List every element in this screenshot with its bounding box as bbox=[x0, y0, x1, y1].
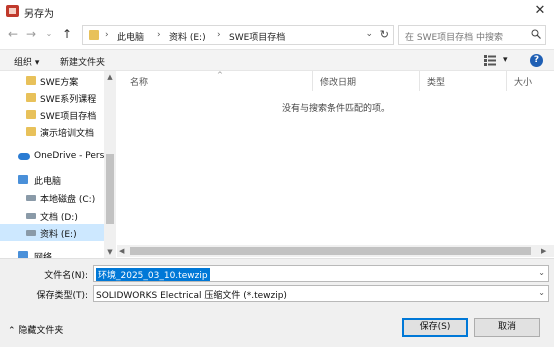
filetype-select[interactable]: SOLIDWORKS Electrical 压缩文件 (*.tewzip) ⌄ bbox=[93, 285, 549, 302]
folder-icon bbox=[26, 110, 36, 119]
horizontal-scrollbar-thumb[interactable] bbox=[130, 247, 531, 255]
title-bar: 另存为 ✕ bbox=[0, 0, 554, 22]
refresh-icon[interactable]: ↻ bbox=[380, 28, 389, 41]
chevron-down-icon[interactable]: ⌄ bbox=[538, 288, 545, 297]
new-folder-button[interactable]: 新建文件夹 bbox=[60, 55, 105, 68]
search-input[interactable]: 在 SWE项目存档 中搜索 bbox=[405, 30, 503, 43]
column-name[interactable]: 名称 bbox=[130, 75, 148, 88]
column-size[interactable]: 大小 bbox=[514, 75, 532, 88]
app-icon bbox=[6, 5, 19, 17]
filename-field[interactable]: 环境_2025_03_10.tewzip ⌄ bbox=[93, 265, 549, 282]
cancel-button[interactable]: 取消 bbox=[474, 318, 540, 337]
nav-item-swe-courses[interactable]: SWE系列课程 bbox=[0, 89, 104, 106]
breadcrumb-drive-e[interactable]: 资料 (E:) bbox=[169, 30, 206, 43]
column-divider[interactable] bbox=[312, 71, 313, 91]
search-icon bbox=[531, 29, 541, 39]
scroll-right-icon[interactable]: ▶ bbox=[541, 245, 546, 257]
column-modified-date[interactable]: 修改日期 bbox=[320, 75, 356, 88]
help-icon[interactable]: ? bbox=[530, 54, 543, 67]
computer-icon bbox=[18, 175, 28, 184]
breadcrumb-separator: › bbox=[157, 30, 161, 40]
file-list: ^ 名称 修改日期 类型 大小 没有与搜索条件匹配的项。 bbox=[117, 71, 554, 245]
empty-message: 没有与搜索条件匹配的项。 bbox=[282, 104, 391, 114]
scroll-down-icon[interactable]: ▼ bbox=[104, 246, 116, 258]
nav-item-swe-archive[interactable]: SWE项目存档 bbox=[0, 106, 104, 123]
column-divider[interactable] bbox=[419, 71, 420, 91]
back-arrow-icon[interactable]: ← bbox=[6, 26, 20, 42]
hide-folders-toggle[interactable]: ⌃ 隐藏文件夹 bbox=[8, 323, 63, 336]
nav-scrollbar-thumb[interactable] bbox=[106, 154, 114, 224]
close-icon[interactable]: ✕ bbox=[532, 3, 548, 19]
view-options-icon[interactable] bbox=[484, 55, 496, 66]
nav-item-this-pc[interactable]: 此电脑 bbox=[0, 171, 104, 188]
toolbar: 组织 ▾ 新建文件夹 ▾ ? bbox=[0, 49, 554, 71]
breadcrumb-swe-archive[interactable]: SWE项目存档 bbox=[229, 30, 285, 43]
chevron-up-icon: ⌃ bbox=[8, 326, 19, 336]
sort-caret-icon: ^ bbox=[217, 71, 223, 79]
hide-folders-label: 隐藏文件夹 bbox=[18, 326, 64, 336]
filetype-value: SOLIDWORKS Electrical 压缩文件 (*.tewzip) bbox=[96, 291, 287, 301]
nav-item-network[interactable]: 网络 bbox=[0, 247, 104, 258]
nav-item-drive-d[interactable]: 文档 (D:) bbox=[0, 207, 104, 224]
drive-icon bbox=[26, 195, 36, 201]
up-arrow-icon[interactable]: ↑ bbox=[60, 26, 74, 42]
breadcrumb-separator: › bbox=[105, 30, 109, 40]
column-divider[interactable] bbox=[506, 71, 507, 91]
save-button[interactable]: 保存(S) bbox=[402, 318, 468, 337]
view-dropdown-icon[interactable]: ▾ bbox=[503, 55, 508, 65]
folder-icon bbox=[26, 93, 36, 102]
organize-menu[interactable]: 组织 ▾ bbox=[14, 55, 39, 68]
breadcrumb-this-pc[interactable]: 此电脑 bbox=[117, 30, 144, 43]
nav-item-drive-e[interactable]: 资料 (E:) bbox=[0, 224, 104, 241]
filename-input[interactable]: 环境_2025_03_10.tewzip bbox=[96, 268, 210, 281]
network-icon bbox=[18, 251, 28, 258]
window-title: 另存为 bbox=[24, 9, 54, 20]
nav-item-swe-plan[interactable]: SWE方案 bbox=[0, 72, 104, 89]
breadcrumb-separator: › bbox=[217, 30, 221, 40]
search-box[interactable]: 在 SWE项目存档 中搜索 bbox=[398, 25, 546, 45]
chevron-down-icon[interactable]: ⌄ bbox=[538, 268, 545, 277]
nav-item-onedrive[interactable]: OneDrive - Perso bbox=[0, 148, 110, 165]
scroll-left-icon[interactable]: ◀ bbox=[119, 245, 124, 257]
drive-icon bbox=[26, 230, 36, 236]
nav-item-drive-c[interactable]: 本地磁盘 (C:) bbox=[0, 189, 104, 206]
filename-label: 文件名(N): bbox=[44, 271, 88, 281]
nav-item-demo-training[interactable]: 演示培训文档 bbox=[0, 123, 104, 140]
folder-icon bbox=[26, 127, 36, 136]
recent-chevron-icon[interactable]: ⌄ bbox=[42, 26, 56, 42]
cloud-icon bbox=[18, 153, 30, 160]
scroll-up-icon[interactable]: ▲ bbox=[104, 71, 116, 83]
filetype-label: 保存类型(T): bbox=[36, 291, 88, 301]
column-type[interactable]: 类型 bbox=[427, 75, 445, 88]
folder-icon bbox=[26, 76, 36, 85]
navigation-pane: SWE方案 SWE系列课程 SWE项目存档 演示培训文档 OneDrive - … bbox=[0, 71, 116, 258]
forward-arrow-icon[interactable]: → bbox=[24, 26, 38, 42]
drive-icon bbox=[26, 213, 36, 219]
address-dropdown-icon[interactable]: ⌄ bbox=[365, 29, 373, 39]
address-bar[interactable]: › 此电脑 › 资料 (E:) › SWE项目存档 ⌄ ↻ bbox=[82, 25, 394, 45]
folder-icon bbox=[89, 30, 99, 40]
